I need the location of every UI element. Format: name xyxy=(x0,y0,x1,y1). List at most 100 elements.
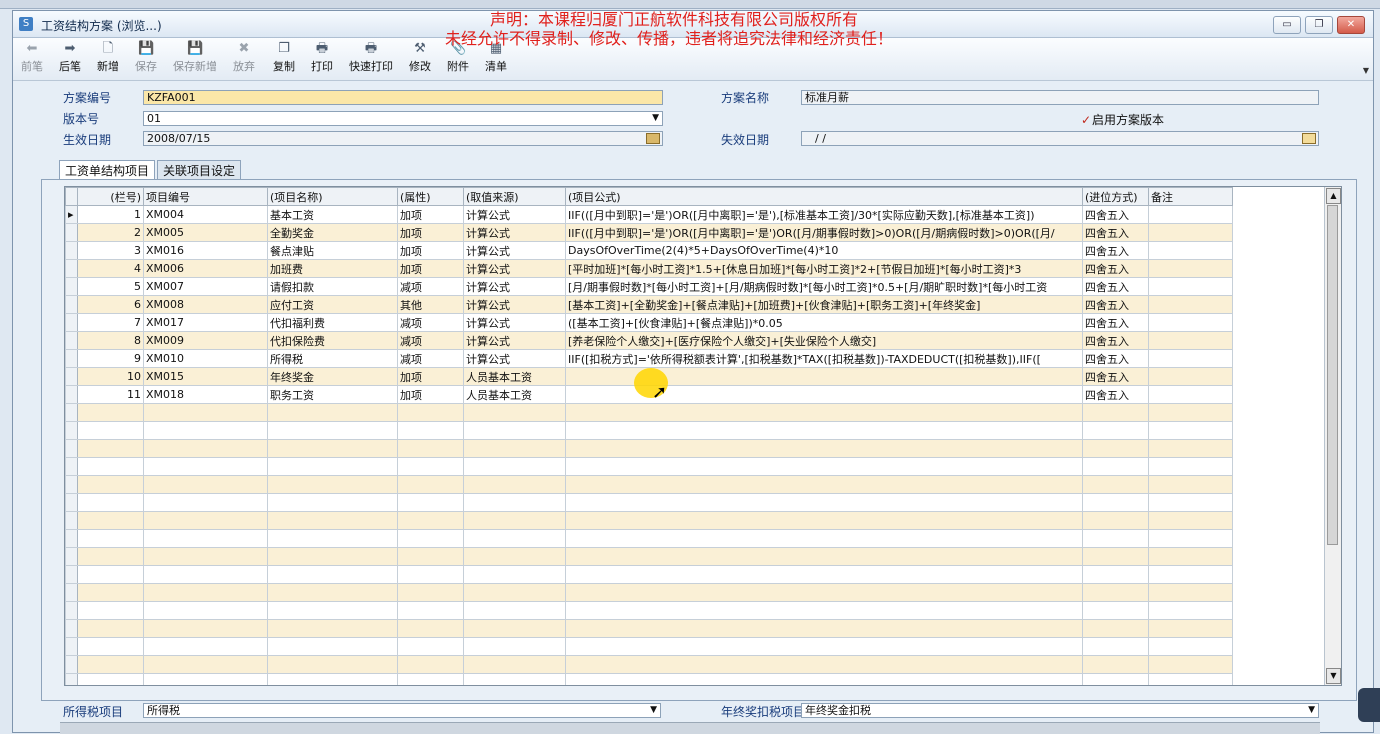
toolbar-button-7[interactable]: 🖶 打印 xyxy=(311,40,333,78)
table-cell[interactable]: ([基本工资]+[伙食津贴]+[餐点津贴])*0.05 xyxy=(565,313,1083,332)
table-cell[interactable] xyxy=(65,547,78,566)
table-cell[interactable] xyxy=(143,637,268,656)
table-cell[interactable]: 计算公式 xyxy=(463,295,566,314)
table-cell[interactable] xyxy=(397,673,464,685)
table-cell[interactable] xyxy=(1148,457,1233,476)
table-cell[interactable]: 6 xyxy=(77,295,144,314)
table-cell[interactable] xyxy=(1148,565,1233,584)
table-cell[interactable] xyxy=(65,655,78,674)
table-cell[interactable]: 请假扣款 xyxy=(267,277,398,296)
table-cell[interactable] xyxy=(143,457,268,476)
table-cell[interactable] xyxy=(143,565,268,584)
table-cell[interactable] xyxy=(1082,529,1149,548)
toolbar-button-9[interactable]: ⚒ 修改 xyxy=(409,40,431,78)
table-cell[interactable]: XM016 xyxy=(143,241,268,260)
table-cell[interactable]: 四舍五入 xyxy=(1082,295,1149,314)
table-cell[interactable] xyxy=(1148,655,1233,674)
table-cell[interactable] xyxy=(397,475,464,494)
table-cell[interactable] xyxy=(65,493,78,512)
table-cell[interactable] xyxy=(397,601,464,620)
expire-date-field[interactable]: / / xyxy=(801,131,1319,146)
table-cell[interactable]: 职务工资 xyxy=(267,385,398,404)
table-cell[interactable]: XM004 xyxy=(143,205,268,224)
table-cell[interactable] xyxy=(77,601,144,620)
tab-structure-items[interactable]: 工资单结构项目 xyxy=(59,160,156,181)
column-header[interactable]: (进位方式) xyxy=(1082,187,1149,206)
table-cell[interactable]: 2 xyxy=(77,223,144,242)
table-cell[interactable] xyxy=(463,457,566,476)
table-cell[interactable] xyxy=(463,637,566,656)
table-cell[interactable] xyxy=(463,475,566,494)
table-cell[interactable] xyxy=(463,529,566,548)
table-cell[interactable] xyxy=(1082,493,1149,512)
row-selector[interactable] xyxy=(65,277,78,296)
table-cell[interactable] xyxy=(267,673,398,685)
table-cell[interactable]: 加班费 xyxy=(267,259,398,278)
table-cell[interactable] xyxy=(143,547,268,566)
table-cell[interactable]: 代扣保险费 xyxy=(267,331,398,350)
row-selector[interactable] xyxy=(65,223,78,242)
table-cell[interactable] xyxy=(267,565,398,584)
table-cell[interactable] xyxy=(65,673,78,685)
column-header[interactable]: 备注 xyxy=(1148,187,1233,206)
table-cell[interactable] xyxy=(565,583,1083,602)
table-cell[interactable] xyxy=(1148,493,1233,512)
table-cell[interactable] xyxy=(77,493,144,512)
table-cell[interactable] xyxy=(565,547,1083,566)
scroll-thumb[interactable] xyxy=(1327,205,1338,545)
table-cell[interactable]: 计算公式 xyxy=(463,349,566,368)
table-cell[interactable]: 加项 xyxy=(397,223,464,242)
table-cell[interactable]: 7 xyxy=(77,313,144,332)
table-cell[interactable] xyxy=(1082,547,1149,566)
table-cell[interactable] xyxy=(397,619,464,638)
table-cell[interactable] xyxy=(463,403,566,422)
table-cell[interactable] xyxy=(1148,259,1233,278)
table-cell[interactable] xyxy=(77,619,144,638)
table-cell[interactable] xyxy=(1082,457,1149,476)
tab-related-items[interactable]: 关联项目设定 xyxy=(157,160,242,181)
table-cell[interactable] xyxy=(1148,385,1233,404)
toolbar-button-8[interactable]: 🖶 快速打印 xyxy=(349,40,393,78)
table-cell[interactable]: XM015 xyxy=(143,367,268,386)
plan-name-field[interactable]: 标准月薪 xyxy=(801,90,1319,105)
table-cell[interactable] xyxy=(463,565,566,584)
table-cell[interactable]: IIF(([月中到职]='是')OR([月中离职]='是'),[标准基本工资]/… xyxy=(565,205,1083,224)
plan-no-field[interactable]: KZFA001 xyxy=(143,90,663,105)
table-cell[interactable] xyxy=(77,421,144,440)
vertical-scrollbar[interactable]: ▲ ▼ xyxy=(1324,187,1341,685)
table-row[interactable]: 7 XM017 代扣福利费 减项 计算公式 ([基本工资]+[伙食津贴]+[餐点津贴])*… xyxy=(65,313,1233,332)
table-cell[interactable] xyxy=(77,475,144,494)
toolbar-button-2[interactable]: 🗋 新增 xyxy=(97,40,119,78)
row-selector[interactable]: ▸ xyxy=(65,205,78,224)
table-cell[interactable]: XM018 xyxy=(143,385,268,404)
table-row[interactable]: 2 XM005 全勤奖金 加项 计算公式 IIF(([月中到职]='是')OR([月中离职… xyxy=(65,223,1233,242)
table-cell[interactable]: DaysOfOverTime(2(4)*5+DaysOfOverTime(4)*… xyxy=(565,241,1083,260)
table-cell[interactable] xyxy=(463,655,566,674)
table-cell[interactable] xyxy=(463,439,566,458)
table-cell[interactable] xyxy=(1148,331,1233,350)
table-cell[interactable]: XM009 xyxy=(143,331,268,350)
toolbar-button-4[interactable]: 💾 保存新增 xyxy=(173,40,217,78)
table-cell[interactable] xyxy=(65,601,78,620)
table-cell[interactable]: XM005 xyxy=(143,223,268,242)
column-header[interactable]: (取值来源) xyxy=(463,187,566,206)
table-cell[interactable] xyxy=(267,511,398,530)
scroll-down-icon[interactable]: ▼ xyxy=(1326,668,1341,684)
table-cell[interactable]: XM006 xyxy=(143,259,268,278)
row-selector[interactable] xyxy=(65,259,78,278)
table-cell[interactable] xyxy=(65,637,78,656)
table-cell[interactable] xyxy=(267,619,398,638)
table-cell[interactable] xyxy=(77,673,144,685)
row-selector[interactable] xyxy=(65,295,78,314)
year-end-tax-select[interactable]: 年终奖金扣税 ▼ xyxy=(801,703,1319,718)
table-cell[interactable] xyxy=(397,637,464,656)
table-cell[interactable] xyxy=(1082,583,1149,602)
table-cell[interactable] xyxy=(65,619,78,638)
table-cell[interactable]: 5 xyxy=(77,277,144,296)
table-cell[interactable] xyxy=(143,403,268,422)
table-row[interactable]: 3 XM016 餐点津贴 加项 计算公式 DaysOfOverTime(2(4)*5+Da… xyxy=(65,241,1233,260)
table-cell[interactable] xyxy=(1148,529,1233,548)
table-cell[interactable] xyxy=(565,637,1083,656)
table-cell[interactable] xyxy=(65,529,78,548)
table-cell[interactable] xyxy=(565,457,1083,476)
